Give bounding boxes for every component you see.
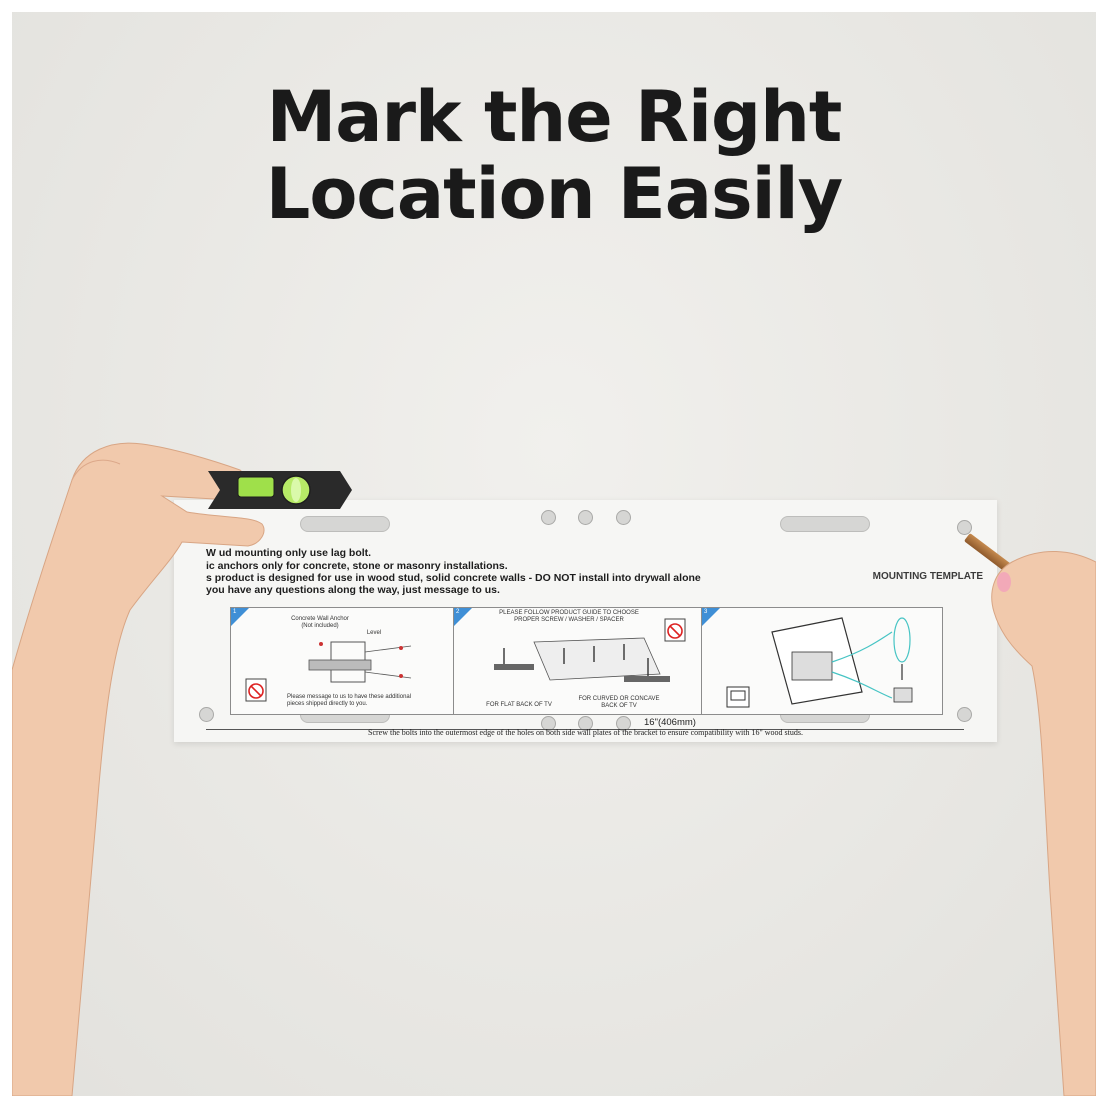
image-frame: Mark the Right Location Easily W ud moun… [0, 0, 1096, 1100]
tv-mount-diagram [771, 617, 913, 705]
template-slot [780, 516, 870, 532]
instruction-panel-3: 3 [701, 607, 943, 715]
template-title: MOUNTING TEMPLATE [872, 571, 983, 582]
left-hand [12, 442, 265, 1096]
panel-heading: PLEASE FOLLOW PRODUCT GUIDE TO CHOOSE PR… [499, 610, 639, 623]
instruction-panel-2: 2 PLEASE FOLLOW PRODUCT GUIDE TO CHOOSE … [453, 607, 702, 715]
panel-note: Please message to us to have these addit… [287, 694, 412, 707]
anchor-label: Concrete Wall Anchor (Not included) [291, 616, 349, 629]
panel-number: 2 [456, 609, 460, 615]
caption-flat: FOR FLAT BACK OF TV [486, 702, 552, 708]
template-hole [957, 707, 972, 722]
mounting-template: W ud mounting only use lag bolt. ic anch… [174, 500, 997, 742]
instruction-line: s product is designed for use in wood st… [206, 572, 701, 584]
bracket-diagram [308, 641, 412, 683]
headline-line-2: Location Easily [265, 153, 844, 235]
measurement-label: 16"(406mm) [644, 717, 696, 728]
no-drill-icon [664, 618, 686, 642]
torpedo-level [208, 471, 352, 509]
template-hole [578, 510, 593, 525]
panel-number: 3 [704, 609, 708, 615]
caption-curved: FOR CURVED OR CONCAVE BACK OF TV [578, 696, 660, 709]
template-hole [616, 510, 631, 525]
screw-diagram [494, 637, 670, 682]
template-hole [541, 510, 556, 525]
headline-line-1: Mark the Right [266, 76, 843, 158]
template-slot [300, 516, 390, 532]
product-photo: Mark the Right Location Easily W ud moun… [12, 12, 1096, 1096]
template-footer-note: Screw the bolts into the outermost edge … [368, 728, 803, 737]
right-hand [991, 551, 1096, 1096]
tv-box-icon [726, 686, 750, 708]
